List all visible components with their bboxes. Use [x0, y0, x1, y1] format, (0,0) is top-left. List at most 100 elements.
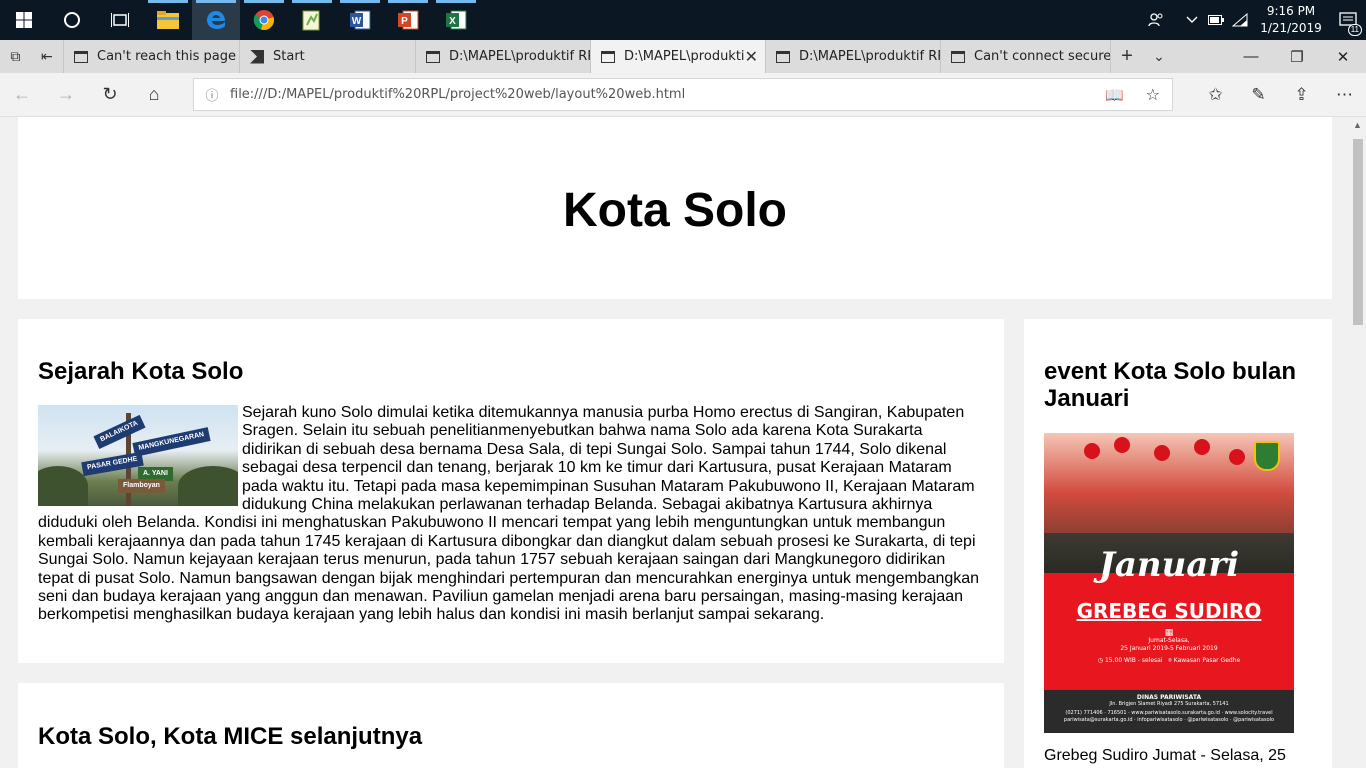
edge-app[interactable] — [192, 0, 240, 40]
taskbar: W P X 9:16 PM 1/21/2019 11 — [0, 0, 1366, 40]
page-icon — [776, 50, 790, 63]
sign-label: MANGKUNEGARAN — [132, 427, 211, 457]
tab-4[interactable]: D:\MAPEL\produktif RP — [766, 40, 941, 73]
poster-details: ▦ Jumat-Selasa, 25 Januari 2019-5 Februa… — [1044, 629, 1294, 665]
address-url: file:///D:/MAPEL/produktif%20RPL/project… — [230, 87, 686, 102]
home-button[interactable]: ⌂ — [132, 73, 176, 117]
clock-icon: ◷ — [1097, 657, 1104, 664]
navigation-bar: ← → ↻ ⌂ ⓘ file:///D:/MAPEL/produktif%20R… — [0, 73, 1366, 117]
poster-time-place: ◷ 15.00 WIB - selesai ⌾ Kawasan Pasar Ge… — [1044, 657, 1294, 665]
poster-contacts: (0271) 771406 · 716501 · www.pariwisatas… — [1065, 710, 1273, 716]
tab-title: D:\MAPEL\produkti — [624, 49, 745, 64]
share-icon[interactable]: ⇪ — [1280, 73, 1323, 117]
article-heading: Sejarah Kota Solo — [38, 358, 244, 385]
powerpoint-icon: P — [398, 10, 419, 30]
poster-footer: DINAS PARIWISATA Jln. Brigjen Slamet Riy… — [1044, 690, 1294, 733]
poster-time: 15.00 WIB - selesai — [1104, 657, 1163, 664]
forward-button[interactable]: → — [44, 73, 88, 117]
battery-icon[interactable] — [1204, 0, 1228, 40]
close-tab-icon[interactable]: ✕ — [745, 47, 758, 66]
tree-shape — [178, 466, 238, 506]
set-aside-tabs-icon[interactable]: ⇤ — [41, 48, 53, 65]
file-explorer-app[interactable] — [144, 0, 192, 40]
excel-icon: X — [446, 10, 467, 30]
tab-title: D:\MAPEL\produktif RP — [449, 49, 591, 64]
tabs-aside-icon[interactable]: ⧉ — [10, 48, 20, 65]
search-circle-icon — [64, 12, 80, 28]
back-button[interactable]: ← — [0, 73, 44, 117]
page-title: Kota Solo — [563, 183, 787, 237]
poster-date-range: 25 Januari 2019-5 Februari 2019 — [1120, 645, 1218, 652]
address-bar[interactable]: ⓘ file:///D:/MAPEL/produktif%20RPL/proje… — [193, 78, 1173, 111]
favorites-hub-icon[interactable]: ✩ — [1194, 73, 1237, 117]
tab-3[interactable]: D:\MAPEL\produkti ✕ — [591, 40, 766, 73]
scroll-up-icon[interactable]: ▲ — [1349, 117, 1366, 134]
new-tab-icon[interactable]: + — [1121, 45, 1133, 68]
tab-0[interactable]: Can't reach this page — [64, 40, 240, 73]
start-icon — [250, 49, 264, 64]
close-window-icon[interactable]: ✕ — [1320, 40, 1366, 73]
article-body: BALAIKOTA MANGKUNEGARAN PASAR GEDHE A. Y… — [38, 404, 984, 625]
chrome-app[interactable] — [240, 0, 288, 40]
page-icon — [426, 50, 440, 63]
minimize-icon[interactable]: — — [1228, 40, 1274, 73]
svg-text:W: W — [352, 16, 362, 27]
svg-text:P: P — [401, 16, 408, 27]
clock-time: 9:16 PM — [1266, 4, 1316, 18]
page-icon — [74, 50, 88, 63]
favorite-star-icon[interactable]: ☆ — [1146, 85, 1160, 104]
notepadpp-app[interactable] — [288, 0, 336, 40]
lantern-shape — [1084, 443, 1100, 459]
word-app[interactable]: W — [336, 0, 384, 40]
sign-label: Flamboyan — [118, 479, 165, 493]
clock-date: 1/21/2019 — [1260, 21, 1322, 35]
wifi-icon[interactable] — [1228, 0, 1252, 40]
tab-title: Start — [273, 49, 305, 64]
lantern-shape — [1194, 439, 1210, 455]
system-tray: 9:16 PM 1/21/2019 11 — [1144, 0, 1366, 40]
refresh-button[interactable]: ↻ — [88, 73, 132, 117]
task-view-button[interactable] — [96, 0, 144, 40]
tab-bar: ⧉ ⇤ Can't reach this page Start D:\MAPEL… — [0, 40, 1366, 73]
tab-2[interactable]: D:\MAPEL\produktif RP — [416, 40, 591, 73]
tab-1[interactable]: Start — [240, 40, 416, 73]
tab-tools: ⧉ ⇤ — [0, 40, 64, 73]
more-icon[interactable]: ⋯ — [1323, 73, 1366, 117]
poster-date-line: Jumat-Selasa, — [1148, 637, 1190, 644]
scrollbar-thumb[interactable] — [1353, 139, 1363, 325]
excel-app[interactable]: X — [432, 0, 480, 40]
page-icon — [951, 50, 965, 63]
lantern-shape — [1114, 437, 1130, 453]
page-icon — [601, 50, 615, 63]
tab-preview-chevron-icon[interactable]: ⌄ — [1153, 48, 1165, 65]
start-button[interactable] — [0, 0, 48, 40]
info-icon[interactable]: ⓘ — [194, 85, 230, 104]
street-sign-image: BALAIKOTA MANGKUNEGARAN PASAR GEDHE A. Y… — [38, 405, 238, 506]
sidebar-events: event Kota Solo bulan Januari Januari GR… — [1024, 319, 1332, 768]
folder-icon — [157, 11, 179, 29]
clock[interactable]: 9:16 PM 1/21/2019 — [1252, 3, 1330, 37]
window-controls: — ❐ ✕ — [1228, 40, 1366, 73]
tab-5[interactable]: Can't connect securely — [941, 40, 1111, 73]
poster-org-address: Jln. Brigjen Slamet Riyadi 275 Surakarta… — [1109, 701, 1229, 707]
vertical-scrollbar[interactable]: ▲ — [1349, 117, 1366, 768]
article-heading: Kota Solo, Kota MICE selanjutnya — [38, 723, 423, 750]
cortana-button[interactable] — [48, 0, 96, 40]
people-icon[interactable] — [1144, 0, 1168, 40]
edge-icon — [207, 11, 225, 29]
notification-badge: 11 — [1347, 24, 1362, 36]
browser-tools: ✩ ✎ ⇪ ⋯ — [1194, 73, 1366, 117]
poster-socials: pariwisata@surakarta.go.id · infopariwis… — [1063, 717, 1275, 723]
powerpoint-app[interactable]: P — [384, 0, 432, 40]
location-pin-icon: ⌾ — [1168, 657, 1172, 664]
notepad-icon — [302, 10, 320, 31]
reading-view-icon[interactable]: 📖 — [1105, 86, 1124, 104]
windows-logo-icon — [16, 12, 32, 28]
article-sejarah: Sejarah Kota Solo BALAIKOTA MANGKUNEGARA… — [18, 319, 1004, 663]
word-icon: W — [350, 10, 371, 30]
action-center-icon[interactable]: 11 — [1330, 0, 1366, 40]
web-note-icon[interactable]: ✎ — [1237, 73, 1280, 117]
restore-icon[interactable]: ❐ — [1274, 40, 1320, 73]
chevron-up-icon[interactable] — [1180, 0, 1204, 40]
poster-place: Kawasan Pasar Gedhe — [1173, 657, 1241, 664]
